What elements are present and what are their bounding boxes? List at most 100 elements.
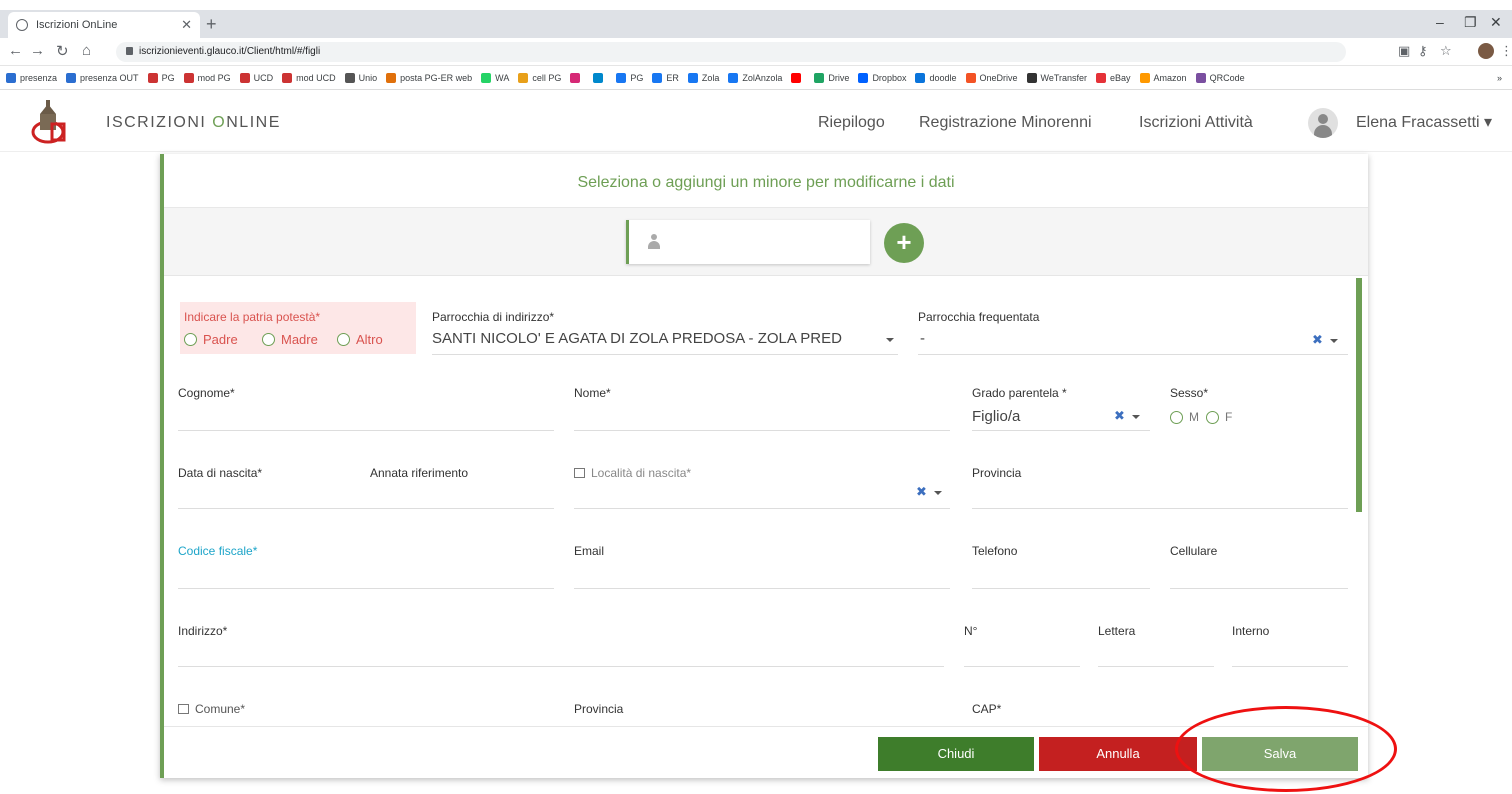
user-menu[interactable]: Elena Fracassetti ▾ — [1356, 112, 1492, 132]
lettera-input[interactable] — [1098, 666, 1214, 667]
close-window-icon[interactable]: ✕ — [1490, 14, 1502, 31]
bookmark-item[interactable]: Amazon — [1139, 72, 1187, 83]
new-tab-button[interactable]: + — [206, 14, 217, 35]
bookmark-item[interactable]: UCD — [239, 72, 274, 83]
home-icon[interactable]: ⌂ — [82, 42, 91, 59]
screenshot-root: Iscrizioni OnLine ✕ + – ❐ ✕ ← → ↻ ⌂ iscr… — [0, 0, 1512, 794]
bookmark-item[interactable] — [593, 72, 607, 83]
bookmark-item[interactable]: Zola — [687, 72, 719, 83]
chevron-down-icon[interactable] — [1330, 339, 1338, 343]
minimize-icon[interactable]: – — [1436, 14, 1444, 30]
add-minor-button[interactable]: + — [884, 223, 924, 263]
numero-civico-input[interactable] — [964, 666, 1080, 667]
bookmark-item[interactable]: doodle — [915, 72, 957, 83]
nav-iscrizioni-attivita[interactable]: Iscrizioni Attività — [1139, 114, 1253, 132]
menu-dots-icon[interactable]: ⋮ — [1500, 43, 1512, 59]
bookmark-item[interactable]: ZolAnzola — [728, 72, 782, 83]
bookmark-favicon-icon — [791, 72, 802, 83]
bookmark-item[interactable]: Dropbox — [858, 72, 906, 83]
bookmark-item[interactable]: presenza — [6, 72, 58, 83]
bookmark-item[interactable]: ER — [652, 72, 679, 83]
child-select-dropdown[interactable] — [626, 220, 870, 264]
avatar-body — [1314, 125, 1332, 138]
chiudi-button[interactable]: Chiudi — [878, 737, 1034, 771]
radio-madre[interactable]: Madre — [262, 332, 318, 347]
parrocchia-frequentata-select[interactable]: - — [920, 330, 925, 347]
bookmark-item[interactable]: Drive — [814, 72, 849, 83]
bookmark-item[interactable]: WeTransfer — [1026, 72, 1087, 83]
radio-altro[interactable]: Altro — [337, 332, 383, 347]
bookmarks-overflow-icon[interactable]: » — [1497, 73, 1502, 83]
brand-name[interactable]: ISCRIZIONI ONLINE — [106, 114, 281, 132]
indirizzo-input[interactable] — [178, 666, 944, 667]
bookmark-item[interactable]: OneDrive — [965, 72, 1018, 83]
bookmark-item[interactable] — [570, 72, 584, 83]
localita-nascita-text: Località di nascita* — [591, 466, 692, 480]
telefono-input[interactable] — [972, 588, 1150, 589]
reload-icon[interactable]: ↻ — [56, 42, 69, 60]
bookmark-item[interactable]: QRCode — [1195, 72, 1245, 83]
app-header: ISCRIZIONI ONLINE Riepilogo Registrazion… — [0, 92, 1512, 152]
bookmark-item[interactable]: WA — [481, 72, 509, 83]
user-avatar[interactable] — [1308, 108, 1338, 138]
sesso-label: Sesso* — [1170, 386, 1209, 400]
bookmark-item[interactable]: cell PG — [518, 72, 561, 83]
url-field[interactable]: iscrizionieventi.glauco.it/Client/html/#… — [116, 42, 1346, 62]
bookmark-label: UCD — [253, 72, 274, 83]
bookmark-label: mod PG — [197, 72, 231, 83]
telefono-label: Telefono — [972, 544, 1018, 558]
radio-sesso-f[interactable]: F — [1206, 410, 1232, 424]
tab-title: Iscrizioni OnLine — [36, 19, 118, 31]
bookmark-favicon-icon — [570, 72, 581, 83]
parrocchia-indirizzo-select[interactable]: SANTI NICOLO' E AGATA DI ZOLA PREDOSA - … — [432, 330, 842, 347]
bookmark-item[interactable]: PG — [147, 72, 175, 83]
profile-avatar-icon[interactable] — [1478, 43, 1494, 59]
clear-icon[interactable]: ✖ — [1114, 408, 1125, 424]
key-icon[interactable]: ⚷ — [1418, 43, 1428, 59]
bookmark-item[interactable]: Unio — [344, 72, 377, 83]
bookmark-label: presenza — [20, 72, 58, 83]
provincia-nascita-input[interactable] — [972, 508, 1348, 509]
restore-icon[interactable]: ❐ — [1464, 14, 1477, 31]
nome-input[interactable] — [574, 430, 950, 431]
cognome-input[interactable] — [178, 430, 554, 431]
patria-potesta-label: Indicare la patria potestà* — [184, 310, 321, 324]
codice-fiscale-input[interactable] — [178, 588, 554, 589]
nav-riepilogo[interactable]: Riepilogo — [818, 114, 885, 132]
bookmark-item[interactable]: eBay — [1096, 72, 1131, 83]
grado-parentela-select[interactable]: Figlio/a — [972, 408, 1020, 425]
radio-sesso-m[interactable]: M — [1170, 410, 1199, 424]
cast-icon[interactable]: ▣ — [1398, 43, 1410, 59]
bookmark-item[interactable]: posta PG-ER web — [386, 72, 472, 83]
bookmark-favicon-icon — [147, 72, 158, 83]
interno-input[interactable] — [1232, 666, 1348, 667]
bookmark-item[interactable] — [791, 72, 805, 83]
clear-icon[interactable]: ✖ — [916, 484, 927, 500]
bookmark-item[interactable]: presenza OUT — [66, 72, 139, 83]
email-input[interactable] — [574, 588, 950, 589]
bookmark-favicon-icon — [858, 72, 869, 83]
data-nascita-input[interactable] — [178, 508, 554, 509]
back-icon[interactable]: ← — [8, 42, 23, 59]
bookmark-label: mod UCD — [296, 72, 336, 83]
star-icon[interactable]: ☆ — [1440, 43, 1452, 59]
provincia-residenza-label: Provincia — [574, 702, 624, 716]
forward-icon[interactable]: → — [30, 42, 45, 59]
chevron-down-icon[interactable] — [886, 338, 894, 342]
clear-icon[interactable]: ✖ — [1312, 332, 1323, 348]
cellulare-input[interactable] — [1170, 588, 1348, 589]
edit-icon — [178, 704, 189, 714]
chevron-down-icon[interactable] — [1132, 415, 1140, 419]
bookmark-item[interactable]: PG — [616, 72, 643, 83]
chevron-down-icon[interactable] — [934, 491, 942, 495]
nav-registrazione-minorenni[interactable]: Registrazione Minorenni — [919, 114, 1092, 132]
radio-padre[interactable]: Padre — [184, 332, 238, 347]
bookmark-item[interactable]: mod UCD — [282, 72, 336, 83]
bookmark-item[interactable]: mod PG — [183, 72, 231, 83]
localita-nascita-select[interactable] — [574, 508, 950, 509]
email-label: Email — [574, 544, 605, 558]
close-tab-icon[interactable]: ✕ — [181, 17, 192, 33]
annulla-button[interactable]: Annulla — [1039, 737, 1197, 771]
browser-tab[interactable]: Iscrizioni OnLine ✕ — [8, 12, 200, 38]
form-scrollbar[interactable] — [1356, 278, 1362, 512]
